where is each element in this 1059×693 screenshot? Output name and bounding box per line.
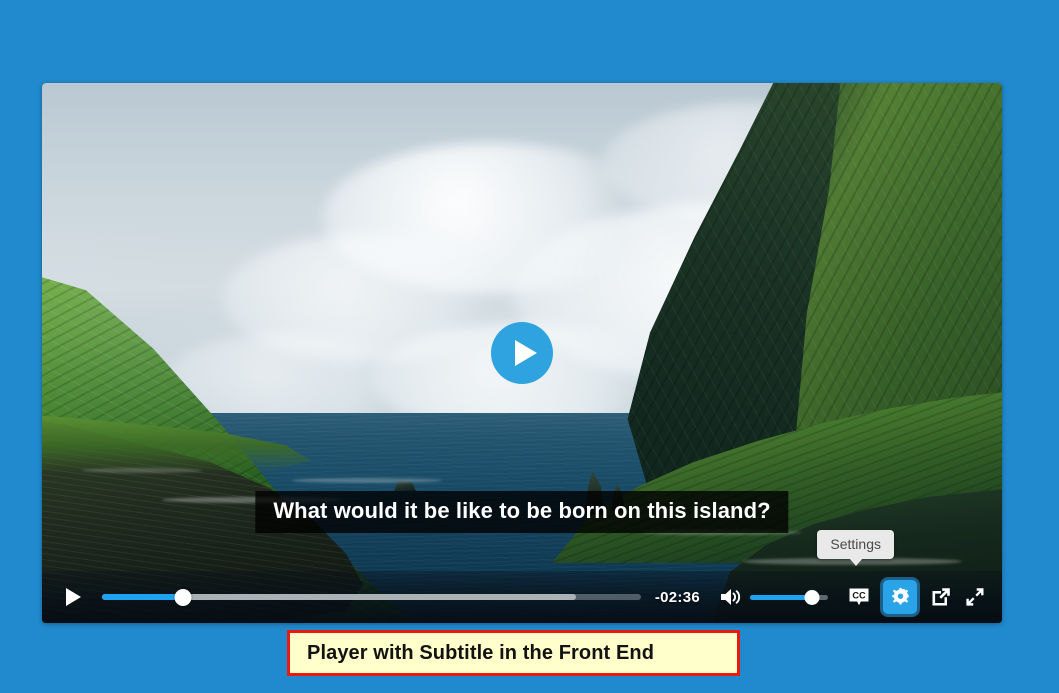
time-remaining: -02:36 — [654, 588, 700, 606]
cloud-shape — [222, 233, 522, 363]
mute-button[interactable] — [718, 584, 744, 610]
volume-level — [750, 594, 813, 600]
popout-button[interactable] — [928, 584, 954, 610]
subtitle-cue: What would it be like to be born on this… — [255, 491, 789, 533]
gear-icon — [891, 587, 909, 604]
captions-button[interactable]: CC — [846, 584, 872, 610]
progress-handle[interactable] — [174, 588, 192, 606]
volume-slider[interactable] — [750, 587, 828, 607]
fullscreen-button[interactable] — [962, 584, 988, 610]
play-button[interactable] — [56, 580, 90, 614]
settings-tooltip-label: Settings — [830, 536, 881, 552]
play-triangle-icon — [65, 588, 81, 606]
play-triangle-icon — [514, 340, 537, 366]
annotation-caption-text: Player with Subtitle in the Front End — [307, 641, 655, 664]
settings-button[interactable] — [880, 577, 920, 617]
control-bar-right-icons: CC — [846, 577, 988, 617]
surf-line — [292, 478, 442, 483]
center-play-button[interactable] — [491, 322, 553, 384]
cloud-shape — [322, 143, 662, 293]
open-in-new-icon — [932, 588, 950, 606]
volume-handle[interactable] — [804, 589, 820, 605]
speaker-waves-icon — [721, 589, 741, 605]
surf-line — [82, 468, 202, 473]
video-player[interactable]: What would it be like to be born on this… — [42, 83, 1002, 623]
annotation-caption-box: Player with Subtitle in the Front End — [287, 630, 740, 676]
svg-text:CC: CC — [852, 591, 866, 601]
settings-tooltip: Settings — [817, 530, 894, 566]
progress-played — [102, 594, 183, 600]
cc-bubble-icon: CC — [849, 588, 869, 606]
progress-scrubber[interactable] — [102, 587, 641, 607]
expand-arrows-icon — [966, 588, 984, 606]
player-control-bar: -02:36 CC — [42, 571, 1002, 623]
